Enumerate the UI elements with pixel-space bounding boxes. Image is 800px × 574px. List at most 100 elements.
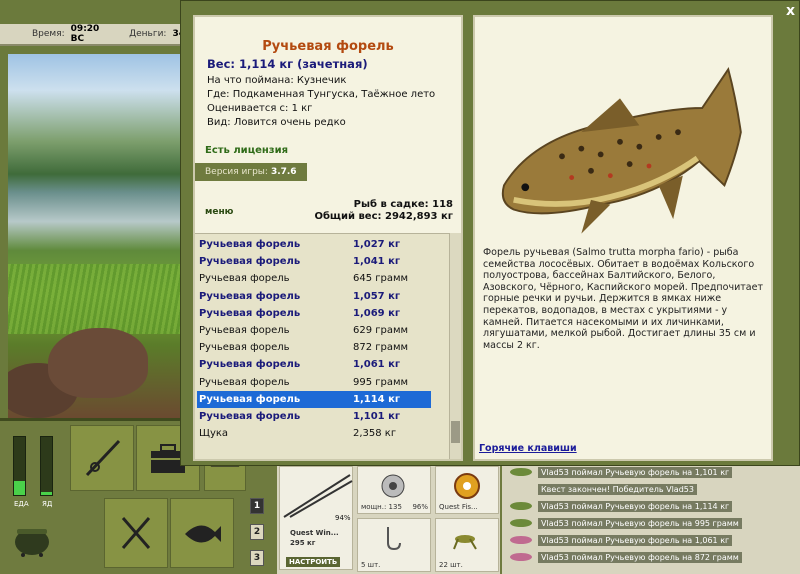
catch-fish-name: Ручьевая форель — [199, 342, 290, 354]
page-button-1[interactable]: 1 — [250, 498, 264, 514]
catch-row[interactable]: Ручьевая форель 645 грамм — [197, 270, 431, 287]
chat-line: Vlad53 поймал Ручьевую форель на 1,061 к… — [510, 532, 790, 548]
bait-caption: 22 шт. — [439, 561, 463, 569]
catch-row[interactable]: Ручьевая форель 1,061 кг — [197, 356, 431, 373]
keepnet-summary: Рыб в садке: 118 Общий вес: 2942,893 кг — [314, 199, 453, 223]
quest-rod-weight: 295 кг — [290, 539, 316, 547]
catch-fish-weight: 1,101 кг — [353, 411, 401, 422]
reel-slot[interactable]: мощн.: 135 96% — [357, 466, 431, 514]
catch-fish-weight: 1,114 кг — [353, 393, 401, 405]
keepnet-count: Рыб в садке: 118 — [353, 199, 453, 210]
food-label: ЕДА — [14, 500, 29, 508]
fish-icon — [510, 536, 532, 544]
catch-fish-name: Ручьевая форель — [199, 393, 301, 405]
fish-icon — [510, 553, 532, 561]
catch-fish-weight: 1,069 кг — [353, 307, 401, 319]
time-label: Время: — [32, 29, 65, 39]
scrollbar-thumb[interactable] — [451, 421, 460, 443]
catch-row[interactable]: Ручьевая форель 629 грамм — [197, 322, 431, 339]
catch-fish-weight: 1,027 кг — [353, 239, 401, 250]
poison-gauge-fill — [41, 492, 52, 495]
rod-button[interactable] — [70, 425, 134, 491]
menu-button[interactable]: меню — [205, 207, 233, 217]
catch-location: Где: Подкаменная Тунгуска, Таёжное лето — [207, 89, 436, 100]
catch-fish-weight: 872 грамм — [353, 342, 409, 354]
money-label: Деньги: — [129, 29, 167, 39]
catch-row[interactable]: Ручьевая форель 1,027 кг — [197, 236, 431, 253]
bait-slot[interactable]: 22 шт. — [435, 518, 499, 572]
grasshopper-icon — [453, 535, 477, 550]
page-button-3[interactable]: 3 — [250, 550, 264, 566]
catch-list-scrollbar[interactable] — [449, 233, 461, 459]
line-slot[interactable]: Quest Fis... — [435, 466, 499, 514]
page-button-2[interactable]: 2 — [250, 524, 264, 540]
line-caption: Quest Fis... — [439, 503, 478, 511]
fish-icon — [185, 525, 221, 543]
poison-gauge — [40, 436, 53, 496]
catch-row[interactable]: Ручьевая форель 995 грамм — [197, 374, 431, 391]
catch-list[interactable]: Ручьевая форель 1,027 кг Ручьевая форель 1,… — [195, 233, 449, 459]
catch-fish-weight: 1,041 кг — [353, 256, 401, 268]
catch-row[interactable]: Ручьевая форель 1,057 кг — [197, 288, 431, 305]
fish-name: Ручьевая форель — [262, 39, 394, 54]
fish-icon — [510, 485, 532, 493]
time-value: 09:20 ВС — [70, 24, 100, 44]
catch-row[interactable]: Ручьевая форель 1,041 кг — [197, 253, 431, 270]
hotkeys-link[interactable]: Горячие клавиши — [479, 443, 577, 454]
fish-button[interactable] — [170, 498, 234, 568]
chat-panel: Vlad53 поймал Ручьевую форель на 1,101 к… — [500, 462, 800, 574]
catch-fish-name: Ручьевая форель — [199, 239, 301, 250]
fish-info-dialog: x Ручьевая форель Вес: 1,114 кг (зачетна… — [180, 0, 800, 466]
catch-fish-name: Ручьевая форель — [199, 273, 290, 285]
chat-line: Vlad53 поймал Ручьевую форель на 995 гра… — [510, 515, 790, 531]
catch-row[interactable]: Ручьевая форель 1,069 кг — [197, 305, 431, 322]
pot-button[interactable] — [4, 510, 60, 566]
catch-fish-weight: 645 грамм — [353, 273, 409, 285]
line-spool-icon — [454, 473, 480, 499]
fish-icon — [510, 468, 532, 476]
fish-description: Форель ручьевая (Salmo trutta morpha far… — [483, 247, 763, 351]
hook-slot[interactable]: 5 шт. — [357, 518, 431, 572]
quest-rod-label: Quest Win... — [290, 529, 339, 537]
status-bar: Время: 09:20 ВС Деньги: 34 — [0, 24, 185, 46]
license-status: Есть лицензия — [205, 145, 289, 156]
hook-caption: 5 шт. — [361, 561, 381, 569]
fish-details-panel: Ручьевая форель Вес: 1,114 кг (зачетная)… — [193, 15, 463, 461]
close-button[interactable]: x — [786, 3, 795, 19]
fish-icon — [510, 519, 532, 527]
reel-caption: мощн.: 135 — [361, 503, 402, 511]
catch-fish-weight: 1,057 кг — [353, 290, 401, 302]
tackle-panel: Quest Win... 295 кг НАСТРОИТЬ 94% мощн.:… — [275, 462, 500, 574]
reel-icon — [381, 474, 405, 498]
catch-fish-name: Ручьевая форель — [199, 307, 301, 319]
configure-button[interactable]: НАСТРОИТЬ — [286, 557, 341, 567]
grass — [8, 264, 185, 334]
catch-row[interactable]: Щука 2,358 кг — [197, 425, 431, 442]
fish-icon — [510, 502, 532, 510]
catch-row[interactable]: Ручьевая форель 872 грамм — [197, 339, 431, 356]
catch-fish-weight: 1,061 кг — [353, 359, 401, 371]
brown-trout-image — [501, 67, 742, 234]
fish-weight: Вес: 1,114 кг (зачетная) — [207, 57, 368, 71]
catch-fish-name: Ручьевая форель — [199, 256, 301, 268]
poison-label: ЯД — [42, 500, 53, 508]
catch-fish-name: Ручьевая форель — [199, 411, 301, 422]
catch-row[interactable]: Ручьевая форель 1,114 кг — [197, 390, 431, 408]
fork-knife-icon — [121, 517, 151, 549]
keepnet-total-weight: Общий вес: 2942,893 кг — [314, 211, 453, 222]
catch-fish-weight: 2,358 кг — [353, 428, 397, 440]
catch-fish-name: Щука — [199, 428, 229, 440]
version-label: Версия игры: — [205, 167, 268, 177]
rated-from: Оценивается с: 1 кг — [207, 103, 313, 114]
rock — [48, 328, 148, 398]
catch-fish-weight: 629 грамм — [353, 325, 409, 336]
catch-fish-name: Ручьевая форель — [199, 376, 290, 388]
food-gauge — [13, 436, 26, 496]
chat-line: Квест закончен! Победитель Vlad53 — [510, 481, 790, 497]
cook-button[interactable] — [104, 498, 168, 568]
rarity: Вид: Ловится очень редко — [207, 117, 346, 128]
catch-fish-name: Ручьевая форель — [199, 290, 301, 302]
food-gauge-fill — [14, 480, 25, 495]
catch-row[interactable]: Ручьевая форель 1,101 кг — [197, 408, 431, 425]
rod-icon — [85, 439, 121, 477]
